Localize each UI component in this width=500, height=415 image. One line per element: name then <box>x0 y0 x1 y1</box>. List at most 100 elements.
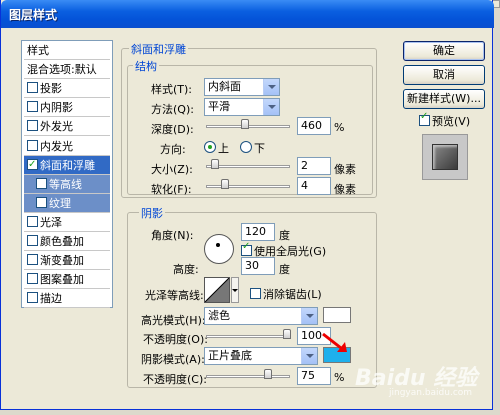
checkbox-icon[interactable] <box>27 273 38 285</box>
checkbox-icon[interactable] <box>27 139 38 151</box>
style-list-item[interactable]: 投影 <box>24 79 110 99</box>
highlight-mode-label: 高光模式(H): <box>141 314 206 327</box>
style-list-item-label: 内发光 <box>40 139 73 153</box>
style-list-item[interactable]: 渐变叠加 <box>24 251 110 271</box>
depth-unit: % <box>334 121 345 134</box>
style-list-item[interactable]: 内发光 <box>24 137 110 156</box>
highlight-mode-value: 滤色 <box>208 309 230 322</box>
style-list-item[interactable]: 描边 <box>24 289 110 309</box>
watermark-url: jingyan.baidu.com <box>389 388 473 398</box>
radio-icon <box>240 141 252 153</box>
style-list-item[interactable]: 样式 <box>24 41 110 60</box>
shadow-opacity-track[interactable] <box>206 375 290 378</box>
direction-up-label: 上 <box>218 142 229 155</box>
anti-alias-label: 消除锯齿(L) <box>263 288 322 301</box>
direction-up-radio[interactable]: 上 <box>204 140 229 156</box>
style-list-item[interactable]: 等高线 <box>24 174 110 194</box>
checkbox-icon[interactable] <box>27 120 38 132</box>
cancel-button[interactable]: 取消 <box>403 65 485 85</box>
style-list-item[interactable]: 光泽 <box>24 213 110 232</box>
style-select[interactable]: 内斜面 <box>204 78 280 96</box>
style-list-item[interactable]: 斜面和浮雕 <box>24 155 110 175</box>
style-list-item[interactable]: 混合选项:默认 <box>24 60 110 80</box>
style-list-item[interactable]: 内阴影 <box>24 98 110 118</box>
shadow-mode-select[interactable]: 正片叠底 <box>204 347 318 365</box>
layer-style-dialog: 图层样式 样式混合选项:默认投影内阴影外发光内发光斜面和浮雕等高线纹理光泽颜色叠… <box>0 0 494 410</box>
style-list-item-label: 图案叠加 <box>40 273 84 287</box>
shadow-opacity-thumb[interactable] <box>264 369 272 379</box>
checkbox-icon[interactable] <box>27 292 38 304</box>
style-list-item-label: 纹理 <box>49 196 71 210</box>
chevron-down-icon <box>263 79 279 95</box>
style-list-item-label: 光泽 <box>40 215 62 229</box>
direction-down-radio[interactable]: 下 <box>240 140 265 156</box>
checkbox-icon <box>419 111 430 126</box>
gloss-contour-label: 光泽等高线: <box>145 289 204 302</box>
style-list-item[interactable]: 纹理 <box>24 193 110 213</box>
style-list: 样式混合选项:默认投影内阴影外发光内发光斜面和浮雕等高线纹理光泽颜色叠加渐变叠加… <box>21 40 113 309</box>
checkbox-icon[interactable] <box>27 254 38 266</box>
direction-label: 方向: <box>160 143 186 156</box>
style-list-item-label: 颜色叠加 <box>40 235 84 248</box>
style-list-item-label: 内阴影 <box>40 101 73 115</box>
shadow-mode-label: 阴影模式(A): <box>141 353 205 366</box>
altitude-unit: 度 <box>279 263 290 276</box>
technique-label: 方法(Q): <box>151 103 194 116</box>
shadow-opacity-input[interactable]: 75 <box>297 367 331 385</box>
soften-slider-track[interactable] <box>206 185 290 188</box>
checkbox-icon[interactable] <box>36 177 47 189</box>
angle-dial[interactable] <box>204 234 234 264</box>
style-list-item-label: 投影 <box>40 82 62 96</box>
title-bar[interactable]: 图层样式 <box>1 0 494 28</box>
chevron-down-icon <box>263 99 279 115</box>
angle-unit: 度 <box>279 229 290 242</box>
style-list-item[interactable]: 颜色叠加 <box>24 232 110 251</box>
angle-input[interactable]: 120 <box>241 223 275 241</box>
style-list-item[interactable]: 图案叠加 <box>24 270 110 290</box>
checkbox-icon <box>250 288 261 299</box>
preview-checkbox[interactable]: 预览(V) <box>419 111 470 129</box>
preview-thumbnail <box>422 134 468 180</box>
altitude-label: 高度: <box>173 263 199 276</box>
checkbox-icon[interactable] <box>27 235 38 246</box>
altitude-input[interactable]: 30 <box>241 257 275 275</box>
gloss-contour-dropdown[interactable] <box>231 277 239 303</box>
direction-down-label: 下 <box>254 142 265 155</box>
highlight-opacity-thumb[interactable] <box>283 329 291 339</box>
shading-title: 阴影 <box>139 205 165 221</box>
shadow-mode-value: 正片叠底 <box>208 349 252 362</box>
technique-select[interactable]: 平滑 <box>204 98 280 116</box>
anti-alias-checkbox[interactable]: 消除锯齿(L) <box>250 286 322 302</box>
checkbox-icon[interactable] <box>27 101 38 113</box>
size-unit: 像素 <box>334 163 356 176</box>
highlight-mode-select[interactable]: 滤色 <box>204 307 318 325</box>
dialog-title: 图层样式 <box>9 8 58 22</box>
highlight-color-swatch[interactable] <box>323 307 351 323</box>
angle-dial-marker <box>216 243 220 247</box>
angle-label: 角度(N): <box>151 229 194 242</box>
size-slider-thumb[interactable] <box>211 159 219 169</box>
style-list-item-label: 描边 <box>40 292 62 306</box>
soften-input[interactable]: 4 <box>297 177 331 195</box>
highlight-opacity-track[interactable] <box>206 335 290 338</box>
new-style-button[interactable]: 新建样式(W)... <box>403 89 485 109</box>
style-list-item-label: 外发光 <box>40 120 73 134</box>
style-list-item[interactable]: 外发光 <box>24 117 110 137</box>
size-label: 大小(Z): <box>151 163 193 176</box>
preview-swatch <box>432 144 458 170</box>
depth-slider-thumb[interactable] <box>241 119 249 129</box>
checkbox-icon[interactable] <box>27 155 38 174</box>
soften-unit: 像素 <box>334 183 356 196</box>
chevron-down-icon <box>301 308 317 324</box>
soften-slider-thumb[interactable] <box>221 179 229 189</box>
style-label: 样式(T): <box>151 83 193 96</box>
checkbox-icon[interactable] <box>36 196 47 208</box>
soften-label: 软化(F): <box>151 183 192 196</box>
size-input[interactable]: 2 <box>297 157 331 175</box>
depth-input[interactable]: 460 <box>297 117 331 135</box>
checkbox-icon[interactable] <box>27 82 38 94</box>
ok-button[interactable]: 确定 <box>403 41 485 61</box>
style-list-item-label: 斜面和浮雕 <box>40 158 95 172</box>
gloss-contour-picker[interactable] <box>204 277 230 303</box>
checkbox-icon[interactable] <box>27 215 38 227</box>
